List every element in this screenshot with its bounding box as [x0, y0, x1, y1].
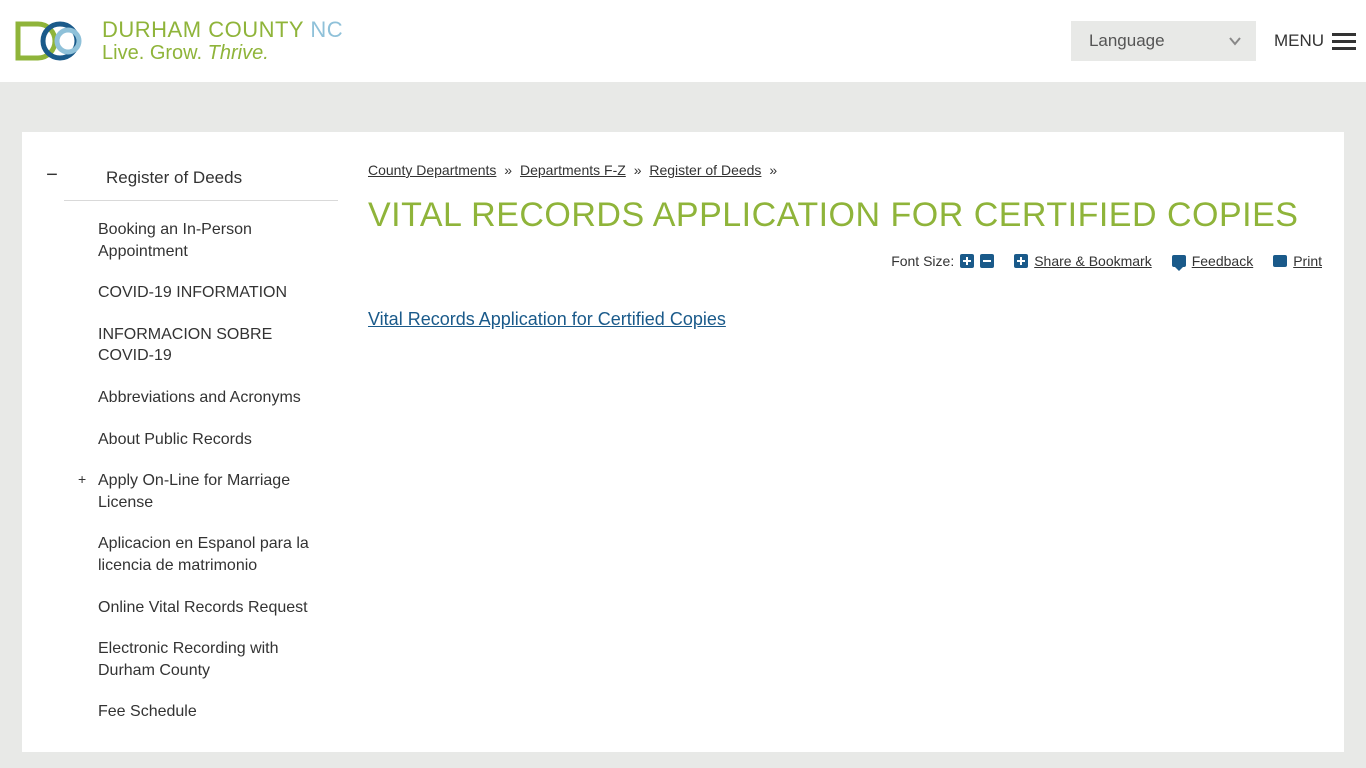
sidebar-item-label: Online Vital Records Request	[98, 599, 308, 616]
breadcrumb-separator: »	[504, 162, 512, 178]
page-title: VITAL RECORDS APPLICATION FOR CERTIFIED …	[368, 196, 1322, 235]
sidebar-item-label: INFORMACION SOBRE COVID-19	[98, 326, 272, 365]
brand-durham: DURHAM	[102, 17, 202, 42]
expand-icon[interactable]: +	[78, 470, 86, 489]
sidebar-item[interactable]: Abbreviations and Acronyms	[22, 377, 338, 419]
sidebar-item[interactable]: Electronic Recording with Durham County	[22, 628, 338, 691]
font-size-label: Font Size:	[891, 253, 954, 269]
sidebar-item-label: COVID-19 INFORMATION	[98, 284, 287, 301]
share-group[interactable]: Share & Bookmark	[1014, 253, 1152, 269]
brand-county: COUNTY	[208, 17, 304, 42]
breadcrumb-separator: »	[634, 162, 642, 178]
page-controls: Font Size: Share & Bookmark Feedback Pri…	[368, 253, 1322, 269]
collapse-icon[interactable]: −	[42, 165, 62, 185]
breadcrumb-link[interactable]: Register of Deeds	[649, 162, 761, 178]
logo-area[interactable]: DURHAM COUNTY NC Live. Grow. Thrive.	[10, 16, 343, 66]
sidebar-list: Booking an In-Person Appointment COVID-1…	[22, 209, 338, 733]
sidebar-section-header[interactable]: − Register of Deeds	[64, 162, 338, 201]
sidebar-section-title: Register of Deeds	[106, 168, 242, 188]
logo-text: DURHAM COUNTY NC Live. Grow. Thrive.	[102, 17, 343, 65]
breadcrumb-separator: »	[769, 162, 777, 178]
sidebar-item[interactable]: Booking an In-Person Appointment	[22, 209, 338, 272]
vital-records-link[interactable]: Vital Records Application for Certified …	[368, 309, 726, 329]
language-label: Language	[1089, 31, 1165, 50]
hamburger-icon	[1332, 33, 1356, 50]
menu-button[interactable]: MENU	[1274, 31, 1356, 51]
share-icon	[1014, 254, 1028, 268]
feedback-group[interactable]: Feedback	[1172, 253, 1253, 269]
sidebar-item-label: About Public Records	[98, 431, 252, 448]
sidebar-item[interactable]: About Public Records	[22, 419, 338, 461]
sidebar-item-label: Electronic Recording with Durham County	[98, 640, 279, 679]
sidebar-item-label: Aplicacion en Espanol para la licencia d…	[98, 535, 309, 574]
sidebar-item[interactable]: Fee Schedule	[22, 691, 338, 733]
sidebar-item-label: Fee Schedule	[98, 703, 197, 720]
brand-grow: Grow.	[150, 42, 202, 64]
sidebar: − Register of Deeds Booking an In-Person…	[22, 132, 338, 752]
breadcrumb-link[interactable]: County Departments	[368, 162, 496, 178]
feedback-link[interactable]: Feedback	[1192, 253, 1253, 269]
sidebar-item-label: Apply On-Line for Marriage License	[98, 472, 290, 511]
sidebar-item[interactable]: COVID-19 INFORMATION	[22, 272, 338, 314]
sidebar-item[interactable]: + Apply On-Line for Marriage License	[22, 460, 338, 523]
print-link[interactable]: Print	[1293, 253, 1322, 269]
sidebar-item[interactable]: Aplicacion en Espanol para la licencia d…	[22, 523, 338, 586]
print-icon	[1273, 255, 1287, 267]
font-decrease-icon[interactable]	[980, 254, 994, 268]
sidebar-item[interactable]: INFORMACION SOBRE COVID-19	[22, 314, 338, 377]
brand-nc: NC	[310, 17, 343, 42]
menu-label: MENU	[1274, 31, 1324, 51]
sidebar-item-label: Abbreviations and Acronyms	[98, 389, 301, 406]
sidebar-item[interactable]: Online Vital Records Request	[22, 587, 338, 629]
breadcrumb: County Departments » Departments F-Z » R…	[368, 162, 1322, 178]
share-link[interactable]: Share & Bookmark	[1034, 253, 1152, 269]
sidebar-item-label: Booking an In-Person Appointment	[98, 221, 252, 260]
content-card: − Register of Deeds Booking an In-Person…	[22, 132, 1344, 752]
language-select[interactable]: Language	[1071, 21, 1256, 61]
font-increase-icon[interactable]	[960, 254, 974, 268]
page-wrap: − Register of Deeds Booking an In-Person…	[0, 82, 1366, 752]
header-right: Language MENU	[1071, 21, 1356, 61]
print-group[interactable]: Print	[1273, 253, 1322, 269]
logo-icon	[10, 16, 90, 66]
font-size-group: Font Size:	[891, 253, 994, 269]
brand-thrive: Thrive.	[208, 42, 269, 64]
main-content: County Departments » Departments F-Z » R…	[338, 132, 1344, 752]
brand-live: Live.	[102, 42, 144, 64]
chevron-down-icon	[1228, 34, 1242, 48]
feedback-icon	[1172, 255, 1186, 267]
breadcrumb-link[interactable]: Departments F-Z	[520, 162, 626, 178]
site-header: DURHAM COUNTY NC Live. Grow. Thrive. Lan…	[0, 0, 1366, 82]
